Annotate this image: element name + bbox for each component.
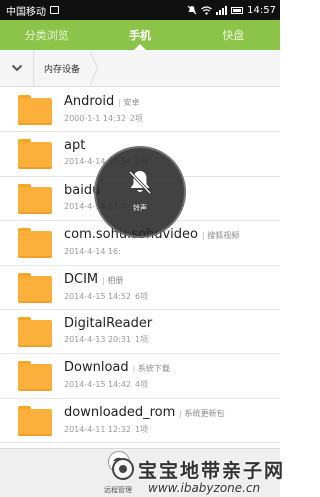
wifi-icon (201, 5, 213, 15)
file-alias: 搜狐视频 (202, 231, 239, 240)
file-text: Android安卓 2000-1-1 14:322项 (64, 93, 274, 126)
file-count: 1项 (135, 334, 149, 344)
watermark-url: www.ibabyzone.cn (148, 481, 261, 495)
breadcrumb-label: 内存设备 (44, 64, 81, 75)
file-alias: 系统下载 (133, 364, 170, 373)
folder-icon (18, 228, 52, 259)
file-date: 2000-1-1 14:32 (64, 114, 126, 123)
file-row[interactable]: Android安卓 2000-1-1 14:322项 (0, 88, 280, 133)
status-bar: 中国移动 14:57 (0, 0, 280, 20)
breadcrumb-item-internal-storage[interactable]: 内存设备 (34, 49, 99, 87)
file-name: downloaded_rom (64, 404, 176, 420)
file-alias: 相册 (102, 276, 123, 285)
tab-label: 手机 (128, 29, 151, 42)
folder-icon (18, 405, 52, 436)
tab-kuaipan[interactable]: 快盘 (187, 20, 280, 50)
file-text: Download 系统下载 2014-4-15 14:42 4项 (64, 359, 274, 392)
ringer-muted-overlay: 铃声 (94, 146, 186, 238)
file-date: 2014-4-14 16: (64, 247, 121, 257)
chevron-down-icon (11, 64, 22, 72)
file-date: 2014-4-15 14:52 (64, 291, 131, 301)
file-count: 6项 (135, 291, 149, 301)
clock: 14:57 (247, 4, 276, 16)
tab-bar: 分类浏览 手机 快盘 (0, 20, 280, 50)
watermark-title: 宝宝地带亲子网 (138, 460, 286, 482)
file-name: Android (64, 94, 115, 109)
tab-label: 快盘 (222, 29, 245, 42)
file-count: 1项 (135, 424, 149, 434)
file-count: 2项 (129, 114, 144, 123)
folder-icon (18, 95, 52, 125)
file-list: Android安卓 2000-1-1 14:322项 apt 2014-4-14… (0, 88, 280, 448)
file-name: apt (64, 138, 86, 154)
file-alias: 安卓 (118, 98, 139, 107)
mute-status-icon (187, 5, 197, 15)
tab-phone[interactable]: 手机 (93, 20, 186, 50)
watermark-logo-icon (112, 458, 134, 480)
file-text: DigitalReader 2014-4-13 20:31 1项 (64, 315, 274, 347)
file-row[interactable]: downloaded_rom系统更新包 2014-4-11 12:32 1项 (0, 398, 280, 444)
watermark: 宝宝地带亲子网 www.ibabyzone.cn (112, 452, 283, 497)
folder-icon (18, 183, 52, 214)
file-alias: 系统更新包 (179, 409, 224, 418)
file-text: com.sohu.sohuvideo搜狐视频 2014-4-14 16: (64, 226, 274, 259)
ringer-label: 铃声 (133, 204, 147, 212)
file-row[interactable]: DigitalReader 2014-4-13 20:31 1项 (0, 309, 280, 355)
carrier-name: 中国移动 (6, 6, 46, 18)
folder-icon (18, 361, 52, 392)
file-date: 2014-4-11 12:32 (64, 424, 131, 434)
signal-icon (216, 5, 228, 15)
file-date: 2014-4-15 14:42 (64, 380, 131, 390)
file-text: downloaded_rom系统更新包 2014-4-11 12:32 1项 (64, 404, 274, 437)
folder-icon (18, 139, 52, 170)
file-name: DigitalReader (64, 315, 153, 331)
file-text: DCIM相册 2014-4-15 14:52 6项 (64, 271, 274, 304)
battery-icon (231, 6, 244, 14)
file-date: 2014-4-13 20:31 (64, 334, 131, 344)
breadcrumb-toggle-button[interactable] (0, 49, 34, 87)
folder-icon (18, 272, 52, 303)
folder-icon (18, 316, 52, 347)
tab-category-browse[interactable]: 分类浏览 (0, 20, 93, 50)
file-name: Download (64, 360, 129, 376)
file-row[interactable]: Download 系统下载 2014-4-15 14:42 4项 (0, 354, 280, 399)
file-row[interactable]: DCIM相册 2014-4-15 14:52 6项 (0, 265, 280, 310)
image-notification-icon (50, 6, 59, 14)
bell-muted-icon (128, 170, 152, 195)
file-count: 4项 (135, 380, 149, 390)
file-name: DCIM (64, 271, 99, 287)
breadcrumb: 内存设备 (0, 49, 280, 87)
status-icons: 14:57 (187, 5, 276, 16)
tab-label: 分类浏览 (24, 29, 69, 42)
